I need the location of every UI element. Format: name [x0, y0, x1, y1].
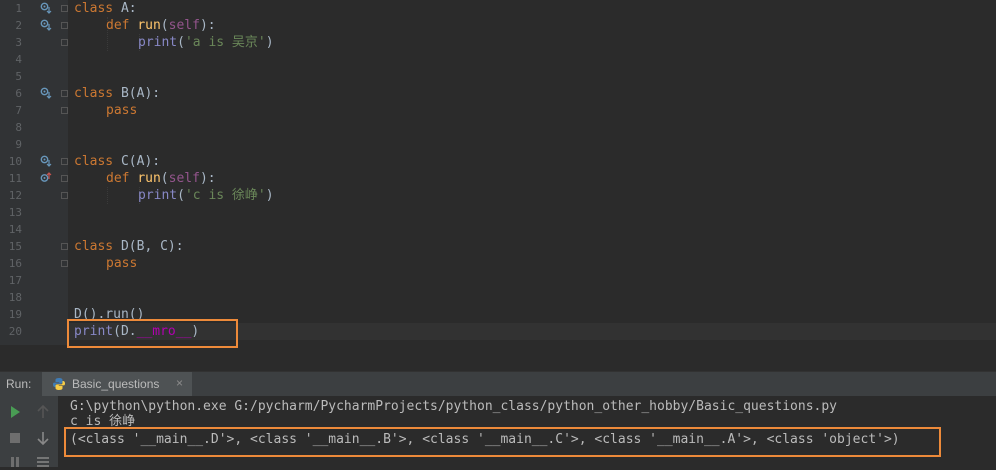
function-name: run — [137, 171, 161, 186]
line-number: 4 — [15, 53, 22, 66]
code-line-12[interactable]: print('c is 徐峥') — [138, 187, 274, 204]
run-tab-title: Basic_questions — [72, 377, 160, 391]
run-toolbar: Run: Basic_questions × — [0, 371, 996, 397]
highlight-box — [64, 427, 941, 457]
code-line-7[interactable]: pass — [106, 102, 137, 119]
code-text: ( — [177, 188, 185, 203]
soft-wrap-icon[interactable] — [35, 454, 51, 470]
python-icon — [53, 378, 65, 390]
string-literal: 'c is 徐峥' — [184, 188, 266, 203]
run-label: Run: — [6, 377, 32, 391]
line-number: 11 — [8, 172, 22, 185]
highlight-box — [67, 319, 238, 348]
code-text: B(A): — [113, 86, 161, 101]
code-text: ): — [199, 171, 216, 186]
line-number: 10 — [8, 155, 22, 168]
code-text: A: — [113, 1, 137, 16]
implemented-icon[interactable] — [40, 155, 52, 167]
implemented-icon[interactable] — [40, 2, 52, 14]
code-text: D(B, C): — [113, 239, 184, 254]
console-line-command: G:\python\python.exe G:/pycharm/PycharmP… — [70, 399, 838, 414]
keyword: class — [74, 1, 114, 16]
code-line-10[interactable]: class C(A): — [74, 153, 160, 170]
line-number: 7 — [15, 104, 22, 117]
line-number: 17 — [8, 274, 22, 287]
fold-marker[interactable] — [61, 192, 68, 199]
keyword: class — [74, 239, 114, 254]
line-number: 19 — [8, 308, 22, 321]
code-text: ( — [160, 18, 169, 33]
string-literal: 'a is 吴京' — [184, 35, 266, 50]
line-number: 6 — [15, 87, 22, 100]
indent-guide — [107, 187, 108, 204]
down-arrow-icon[interactable] — [35, 430, 51, 446]
line-number: 18 — [8, 291, 22, 304]
overrides-icon[interactable] — [40, 172, 52, 184]
function-name: run — [137, 18, 161, 33]
code-line-1[interactable]: class A: — [74, 0, 137, 17]
self-param: self — [168, 18, 200, 33]
implemented-icon[interactable] — [40, 19, 52, 31]
code-text: ( — [177, 35, 185, 50]
code-text: ) — [265, 35, 274, 50]
line-number: 2 — [15, 19, 22, 32]
fold-marker[interactable] — [61, 5, 68, 12]
keyword: class — [74, 154, 114, 169]
line-number: 9 — [15, 138, 22, 151]
keyword: def — [106, 171, 130, 186]
line-number: 3 — [15, 36, 22, 49]
line-number: 16 — [8, 257, 22, 270]
code-line-6[interactable]: class B(A): — [74, 85, 160, 102]
close-icon[interactable]: × — [176, 376, 183, 390]
code-text: ): — [199, 18, 216, 33]
fold-marker[interactable] — [61, 39, 68, 46]
code-line-3[interactable]: print('a is 吴京') — [138, 34, 274, 51]
line-number: 12 — [8, 189, 22, 202]
builtin: print — [138, 35, 178, 50]
fold-marker[interactable] — [61, 22, 68, 29]
line-number: 5 — [15, 70, 22, 83]
run-side-toolbar — [0, 396, 58, 467]
fold-marker[interactable] — [61, 243, 68, 250]
line-number: 1 — [15, 2, 22, 15]
pause-icon[interactable] — [7, 454, 23, 470]
builtin: print — [138, 188, 178, 203]
code-line-16[interactable]: pass — [106, 255, 137, 272]
keyword: class — [74, 86, 114, 101]
fold-marker[interactable] — [61, 175, 68, 182]
line-gutter: 1 2 3 4 5 6 7 8 9 10 11 12 13 14 15 16 1… — [0, 0, 68, 345]
fold-marker[interactable] — [61, 158, 68, 165]
code-line-15[interactable]: class D(B, C): — [74, 238, 184, 255]
line-number: 20 — [8, 325, 22, 338]
code-text: C(A): — [113, 154, 161, 169]
line-number: 8 — [15, 121, 22, 134]
rerun-icon[interactable] — [7, 404, 23, 420]
keyword: def — [106, 18, 130, 33]
run-tab-basic-questions[interactable]: Basic_questions × — [42, 372, 192, 396]
up-arrow-icon[interactable] — [35, 404, 51, 420]
stop-icon[interactable] — [7, 430, 23, 446]
keyword: pass — [106, 256, 138, 271]
fold-marker[interactable] — [61, 90, 68, 97]
code-text: ) — [265, 188, 274, 203]
code-line-11[interactable]: def run(self): — [106, 170, 216, 187]
line-number: 14 — [8, 223, 22, 236]
line-number: 15 — [8, 240, 22, 253]
self-param: self — [168, 171, 200, 186]
fold-marker[interactable] — [61, 107, 68, 114]
keyword: pass — [106, 103, 138, 118]
implemented-icon[interactable] — [40, 87, 52, 99]
code-editor[interactable]: 1 2 3 4 5 6 7 8 9 10 11 12 13 14 15 16 1… — [0, 0, 996, 348]
code-text: ( — [160, 171, 169, 186]
code-line-2[interactable]: def run(self): — [106, 17, 216, 34]
line-number: 13 — [8, 206, 22, 219]
fold-marker[interactable] — [61, 260, 68, 267]
